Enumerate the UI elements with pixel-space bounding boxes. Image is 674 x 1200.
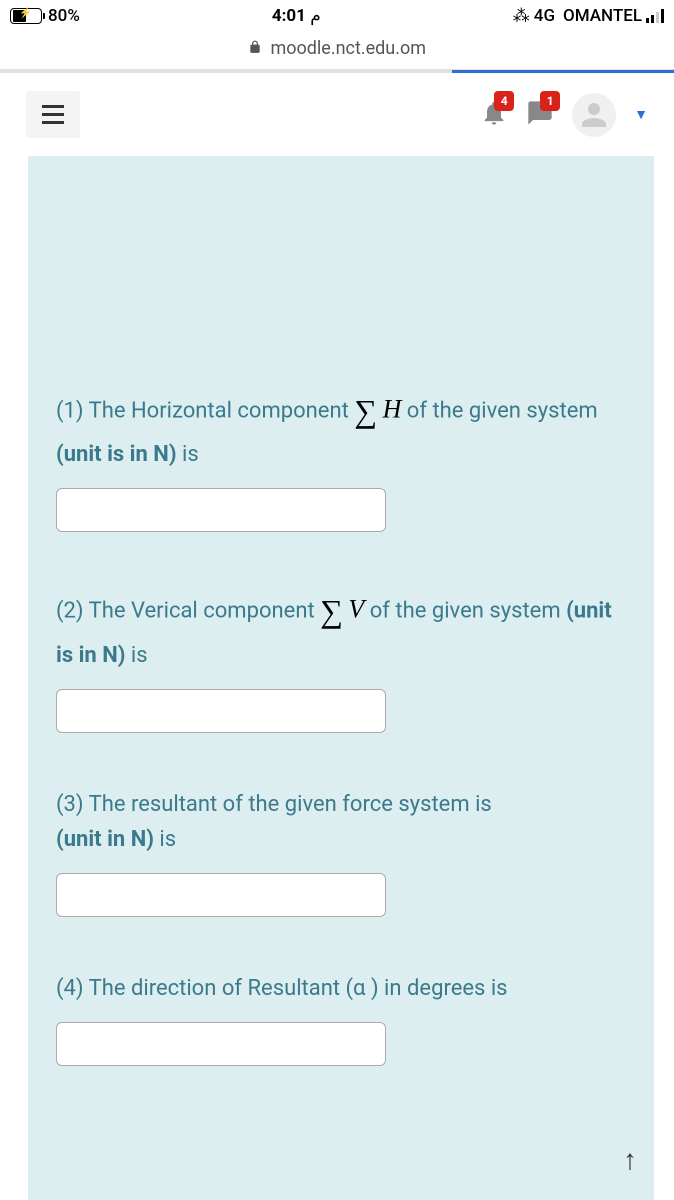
answer-input-3[interactable] <box>56 873 386 917</box>
question-2-text: (2) The Verical component ∑ V of the giv… <box>56 586 626 672</box>
page-load-progress <box>0 70 674 73</box>
lock-icon <box>248 38 262 59</box>
network-type-label: 4G <box>534 6 555 26</box>
question-3: (3) The resultant of the given force sys… <box>56 787 626 957</box>
avatar[interactable] <box>572 93 616 137</box>
status-right: ⁂ 4G OMANTEL <box>513 6 664 26</box>
header-right: 4 1 ▼ <box>480 93 648 137</box>
notification-badge: 4 <box>494 91 514 111</box>
content-area: (1) The Horizontal component ∑ H of the … <box>0 156 674 1200</box>
notifications-button[interactable]: 4 <box>480 99 508 131</box>
question-4-text: (4) The direction of Resultant (α ) in d… <box>56 971 626 1006</box>
status-center: م 4:01 <box>80 6 513 26</box>
question-1: (1) The Horizontal component ∑ H of the … <box>56 386 626 572</box>
time-prefix: م <box>310 6 321 26</box>
chevron-down-icon[interactable]: ▼ <box>634 106 648 123</box>
question-card: (1) The Horizontal component ∑ H of the … <box>28 156 654 1200</box>
app-header: 4 1 ▼ <box>0 73 674 156</box>
time-label: 4:01 <box>272 6 306 26</box>
browser-url-bar[interactable]: moodle.nct.edu.om <box>0 32 674 70</box>
answer-input-1[interactable] <box>56 488 386 532</box>
answer-input-2[interactable] <box>56 689 386 733</box>
answer-input-4[interactable] <box>56 1022 386 1066</box>
menu-button[interactable] <box>26 91 80 138</box>
alarm-icon: ⁂ <box>513 6 530 26</box>
question-1-text: (1) The Horizontal component ∑ H of the … <box>56 386 626 472</box>
message-badge: 1 <box>540 91 560 111</box>
question-3-text: (3) The resultant of the given force sys… <box>56 787 626 857</box>
question-2: (2) The Verical component ∑ V of the giv… <box>56 586 626 772</box>
scroll-to-top-button[interactable]: ↑ <box>608 1138 652 1182</box>
url-text: moodle.nct.edu.om <box>270 38 426 59</box>
device-status-bar: ⚡ 80% م 4:01 ⁂ 4G OMANTEL <box>0 0 674 32</box>
status-left: ⚡ 80% <box>10 6 80 26</box>
user-icon <box>576 97 612 133</box>
battery-percent-label: 80% <box>48 6 80 26</box>
battery-icon: ⚡ <box>10 8 42 24</box>
arrow-up-icon: ↑ <box>623 1144 637 1175</box>
messages-button[interactable]: 1 <box>526 99 554 131</box>
question-4: (4) The direction of Resultant (α ) in d… <box>56 971 626 1106</box>
hamburger-icon <box>42 105 64 124</box>
signal-icon <box>646 9 664 23</box>
carrier-label: OMANTEL <box>563 6 642 26</box>
